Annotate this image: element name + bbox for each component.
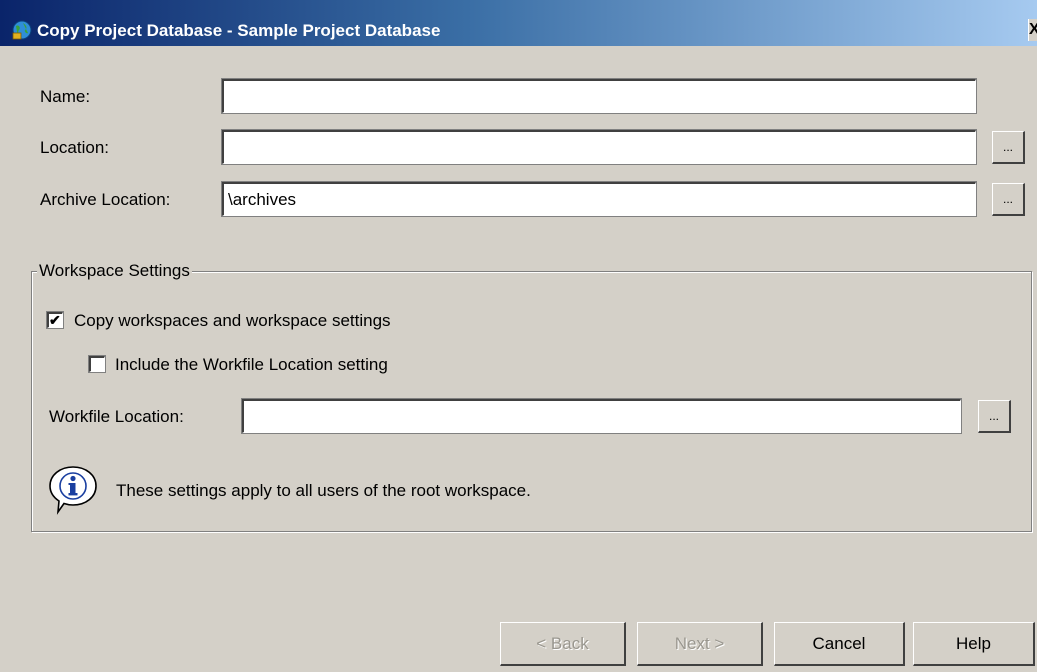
location-browse-button[interactable]: ... xyxy=(992,131,1025,164)
copy-workspaces-checkbox[interactable]: ✔ xyxy=(46,311,64,329)
copy-workspaces-label[interactable]: Copy workspaces and workspace settings xyxy=(74,311,391,331)
next-button[interactable]: Next > xyxy=(637,622,763,666)
archive-location-input[interactable] xyxy=(221,181,977,217)
location-label: Location: xyxy=(40,138,109,157)
app-globe-icon xyxy=(12,20,32,40)
name-input[interactable] xyxy=(221,78,977,114)
workspace-settings-legend: Workspace Settings xyxy=(37,261,192,281)
archive-location-label: Archive Location: xyxy=(40,190,171,209)
help-button[interactable]: Help xyxy=(913,622,1035,666)
workfile-location-label: Workfile Location: xyxy=(49,407,184,426)
title-bar[interactable]: Copy Project Database - Sample Project D… xyxy=(0,0,1037,46)
close-icon: X xyxy=(1029,20,1037,40)
workfile-location-browse-button[interactable]: ... xyxy=(978,400,1011,433)
back-button[interactable]: < Back xyxy=(500,622,626,666)
close-button[interactable]: X xyxy=(1028,19,1037,41)
include-workfile-location-checkbox[interactable] xyxy=(88,355,106,373)
checkmark-icon: ✔ xyxy=(49,312,61,328)
name-label: Name: xyxy=(40,87,91,106)
location-input[interactable] xyxy=(221,129,977,165)
include-workfile-location-label[interactable]: Include the Workfile Location setting xyxy=(115,355,388,375)
archive-location-browse-button[interactable]: ... xyxy=(992,183,1025,216)
info-icon xyxy=(46,464,100,516)
window-title: Copy Project Database - Sample Project D… xyxy=(37,21,441,40)
workfile-location-input[interactable] xyxy=(241,398,962,434)
cancel-button[interactable]: Cancel xyxy=(774,622,905,666)
info-message: These settings apply to all users of the… xyxy=(116,481,531,500)
copy-project-database-dialog: Copy Project Database - Sample Project D… xyxy=(0,0,1037,672)
